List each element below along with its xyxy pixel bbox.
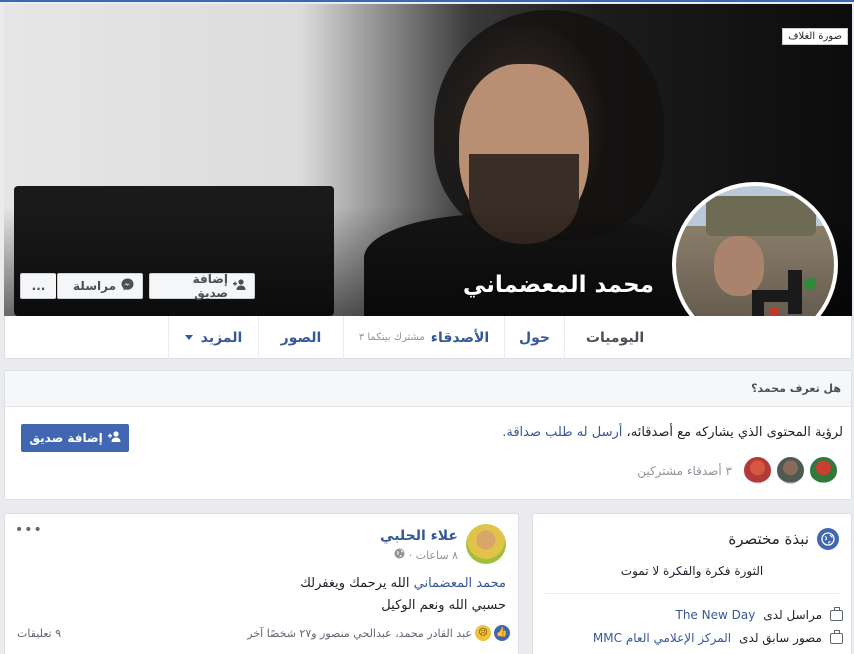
tab-friends[interactable]: الأصدقاء مشترك بينكما ٣	[343, 316, 504, 359]
post-line1-text: الله يرحمك ويغفرلك	[300, 576, 414, 591]
do-you-know-heading: هل تعرف محمد؟	[5, 371, 851, 407]
intro-work-current-prefix: مراسل لدى	[763, 608, 822, 622]
post-text-line1: محمد المعضماني الله يرحمك ويغفرلك	[300, 576, 506, 591]
avatar-vehicle	[706, 196, 816, 236]
do-you-know-card: هل تعرف محمد؟ لرؤية المحتوى الذي يشاركه …	[4, 370, 852, 500]
tab-timeline-label: اليوميات	[585, 329, 645, 346]
mutual-friends-row[interactable]: ٣ أصدقاء مشتركين	[637, 455, 839, 486]
post-time-text: ٨ ساعات ·	[408, 548, 458, 562]
intro-work-past-prefix: مصور سابق لدى	[739, 631, 822, 645]
do-you-know-message: لرؤية المحتوى الذي يشاركه مع أصدقائه،	[622, 425, 843, 440]
intro-card: نبذة مختصرة الثورة فكرة والفكرة لا تموت …	[532, 513, 852, 654]
tab-about[interactable]: حول	[504, 316, 564, 359]
tab-photos-label: الصور	[280, 329, 322, 346]
message-label: مراسلة	[73, 279, 116, 293]
add-friend-icon	[233, 279, 246, 293]
add-friend-button[interactable]: إضافة صديق	[149, 272, 255, 300]
intro-title: نبذة مختصرة	[728, 530, 809, 548]
post-reactions[interactable]: 👍 ☹ عبد القادر محمد، عبدالحي منصور و٢٧ ش…	[247, 625, 510, 641]
top-accent-line	[0, 0, 854, 2]
mutual-friend-avatar[interactable]	[808, 455, 839, 486]
intro-work-current: مراسل لدى The New Day	[675, 606, 843, 622]
briefcase-icon	[830, 606, 843, 621]
mutual-friends-count: مشترك بينكما ٣	[358, 332, 425, 343]
post-reactions-text: عبد القادر محمد، عبدالحي منصور و٢٧ شخصًا…	[247, 626, 472, 640]
profile-name[interactable]: محمد المعضماني	[463, 272, 654, 298]
do-you-know-text: لرؤية المحتوى الذي يشاركه مع أصدقائه، أر…	[502, 425, 843, 440]
post-author-avatar[interactable]	[466, 524, 506, 564]
message-button[interactable]: مراسلة	[57, 273, 143, 299]
intro-bio: الثورة فكرة والفكرة لا تموت	[620, 564, 764, 578]
add-friend-icon	[107, 431, 121, 445]
sad-reaction-icon: ☹	[475, 625, 491, 641]
intro-work-current-link[interactable]: The New Day	[675, 608, 755, 622]
send-friend-request-link[interactable]: أرسل له طلب صداقة.	[502, 425, 622, 440]
intro-work-past: مصور سابق لدى المركز الإعلامي العام MMC	[593, 629, 843, 645]
post-options-icon[interactable]: •••	[15, 522, 43, 538]
globe-intro-icon	[817, 528, 839, 550]
profile-nav-bar: اليوميات حول الأصدقاء مشترك بينكما ٣ الص…	[4, 316, 852, 359]
like-reaction-icon: 👍	[494, 625, 510, 641]
add-friend-button-card[interactable]: إضافة صديق	[21, 424, 129, 452]
post-comments-count[interactable]: ٩ تعليقات	[17, 627, 61, 640]
post-timestamp[interactable]: ٨ ساعات ·	[394, 548, 458, 562]
chevron-down-icon	[184, 335, 193, 340]
more-options-label: ...	[31, 279, 46, 293]
tab-photos[interactable]: الصور	[258, 316, 343, 359]
post-text-line2: حسبي الله ونعم الوكيل	[381, 598, 506, 613]
post-card: ••• علاء الحلبي ٨ ساعات · محمد المعضماني…	[4, 513, 519, 654]
tab-friends-label: الأصدقاء	[430, 329, 490, 346]
mutual-friend-avatar[interactable]	[742, 455, 773, 486]
tab-timeline[interactable]: اليوميات	[564, 316, 665, 359]
add-friend-card-label: إضافة صديق	[29, 431, 103, 445]
mutual-friend-avatar[interactable]	[775, 455, 806, 486]
globe-icon	[394, 548, 405, 562]
mutual-friends-text[interactable]: ٣ أصدقاء مشتركين	[637, 464, 732, 478]
post-mention-link[interactable]: محمد المعضماني	[414, 576, 506, 591]
post-author-name[interactable]: علاء الحلبي	[380, 528, 458, 544]
intro-divider	[545, 593, 839, 594]
tab-more-label: المزيد	[200, 329, 243, 346]
messenger-icon	[121, 278, 134, 294]
tab-about-label: حول	[519, 329, 551, 346]
briefcase-icon	[830, 629, 843, 644]
cover-photo-badge: صورة الغلاف	[782, 28, 848, 45]
tab-more[interactable]: المزيد	[168, 316, 258, 359]
intro-work-past-link[interactable]: المركز الإعلامي العام MMC	[593, 631, 731, 645]
more-options-button[interactable]: ...	[20, 273, 56, 299]
add-friend-label: إضافة صديق	[192, 272, 228, 300]
